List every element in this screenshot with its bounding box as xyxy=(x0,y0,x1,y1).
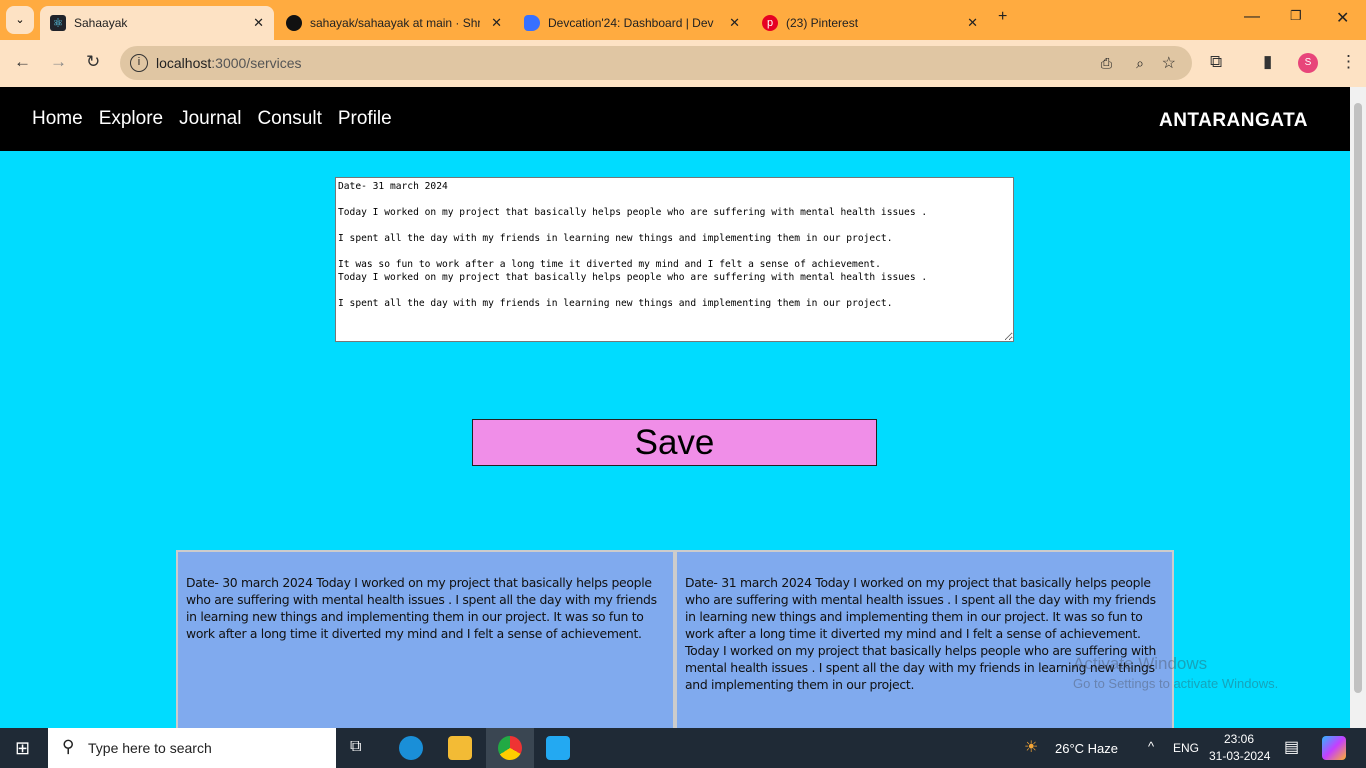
reload-icon[interactable]: ↻ xyxy=(86,52,100,72)
search-icon: ⚲ xyxy=(62,737,75,756)
tab-title: Devcation'24: Dashboard | Dev xyxy=(548,16,714,30)
nav-profile[interactable]: Profile xyxy=(338,108,392,130)
windows-start-icon[interactable]: ⊞ xyxy=(15,738,30,759)
chrome-icon[interactable] xyxy=(498,736,522,760)
url-path: :3000/services xyxy=(211,55,302,71)
nav-journal[interactable]: Journal xyxy=(179,108,241,130)
forward-icon[interactable]: → xyxy=(50,52,67,72)
address-toolbar: ← → ↻ i localhost:3000/services ⎙ ⌕ ☆ ⧉ … xyxy=(0,40,1366,87)
site-info-icon[interactable]: i xyxy=(130,54,148,72)
menu-icon[interactable]: ⋮ xyxy=(1340,52,1357,72)
react-icon: ⚛ xyxy=(50,15,66,31)
tab-search-button[interactable]: ⌄ xyxy=(6,6,34,34)
scrollbar-thumb[interactable] xyxy=(1354,103,1362,693)
notifications-icon[interactable]: ▤ xyxy=(1284,737,1299,757)
page-scrollbar[interactable] xyxy=(1350,87,1366,728)
language-indicator[interactable]: ENG xyxy=(1173,741,1199,755)
show-hidden-icons[interactable]: ^ xyxy=(1148,739,1154,754)
tab-devfolio[interactable]: Devcation'24: Dashboard | Dev ✕ xyxy=(514,6,750,40)
tab-title: (23) Pinterest xyxy=(786,16,859,30)
copilot-icon[interactable] xyxy=(1322,736,1346,760)
journal-entry-card: Date- 30 march 2024 Today I worked on my… xyxy=(176,550,675,730)
activation-watermark-sub: Go to Settings to activate Windows. xyxy=(1073,676,1279,691)
minimize-button[interactable]: — xyxy=(1244,8,1260,26)
edge-icon[interactable] xyxy=(399,736,423,760)
zoom-icon[interactable]: ⌕ xyxy=(1136,55,1144,72)
url-host: localhost xyxy=(156,55,212,71)
task-view-icon[interactable]: ⧉ xyxy=(350,738,361,756)
journal-entry-card: Date- 31 march 2024 Today I worked on my… xyxy=(675,550,1174,730)
weather-text[interactable]: 26°C Haze xyxy=(1055,741,1118,756)
side-panel-icon[interactable]: ▮ xyxy=(1263,52,1272,72)
vscode-icon[interactable] xyxy=(546,736,570,760)
tab-title: sahayak/sahaayak at main · Shr xyxy=(310,16,480,30)
activation-watermark: Activate Windows xyxy=(1073,654,1208,673)
pinterest-icon: p xyxy=(762,15,778,31)
close-tab-icon[interactable]: ✕ xyxy=(967,15,978,31)
save-button[interactable]: Save xyxy=(472,419,877,466)
back-icon[interactable]: ← xyxy=(14,52,31,72)
tab-github[interactable]: sahayak/sahaayak at main · Shr ✕ xyxy=(276,6,512,40)
weather-icon: ☀ xyxy=(1024,739,1039,756)
nav-home[interactable]: Home xyxy=(32,108,83,130)
close-tab-icon[interactable]: ✕ xyxy=(491,15,502,31)
devfolio-icon xyxy=(524,15,540,31)
address-bar[interactable]: i localhost:3000/services ⎙ ⌕ ☆ xyxy=(120,46,1192,80)
close-window-button[interactable]: ✕ xyxy=(1336,8,1349,28)
clock-time[interactable]: 23:06 xyxy=(1224,732,1254,746)
profile-avatar[interactable]: S xyxy=(1298,53,1318,73)
close-tab-icon[interactable]: ✕ xyxy=(729,15,740,31)
brand-logo: ANTARANGATA xyxy=(1158,110,1308,131)
site-navbar: Home Explore Journal Consult Profile ANT… xyxy=(0,87,1350,151)
bookmark-star-icon[interactable]: ☆ xyxy=(1162,53,1176,73)
browser-tab-bar: ⌄ ⚛ Sahaayak ✕ sahayak/sahaayak at main ·… xyxy=(0,0,1366,40)
github-icon xyxy=(286,15,302,31)
nav-explore[interactable]: Explore xyxy=(99,108,163,130)
tab-title: Sahaayak xyxy=(74,16,128,30)
extensions-icon[interactable]: ⧉ xyxy=(1210,52,1222,72)
install-app-icon[interactable]: ⎙ xyxy=(1101,55,1112,72)
journal-textarea[interactable]: Date- 31 march 2024 Today I worked on my… xyxy=(335,177,1014,342)
windows-taskbar: ⊞ ⚲ Type here to search ⧉ ☀ 26°C Haze ^ … xyxy=(0,728,1366,768)
tab-sahaayak[interactable]: ⚛ Sahaayak ✕ xyxy=(40,6,274,40)
clock-date[interactable]: 31-03-2024 xyxy=(1209,749,1270,763)
tab-pinterest[interactable]: p (23) Pinterest ✕ xyxy=(752,6,988,40)
close-tab-icon[interactable]: ✕ xyxy=(253,15,264,31)
nav-consult[interactable]: Consult xyxy=(257,108,321,130)
new-tab-button[interactable]: + xyxy=(998,8,1007,26)
taskbar-search[interactable]: ⚲ Type here to search xyxy=(48,728,336,768)
restore-button[interactable]: ❐ xyxy=(1290,8,1302,24)
search-placeholder: Type here to search xyxy=(88,740,212,756)
file-explorer-icon[interactable] xyxy=(448,736,472,760)
